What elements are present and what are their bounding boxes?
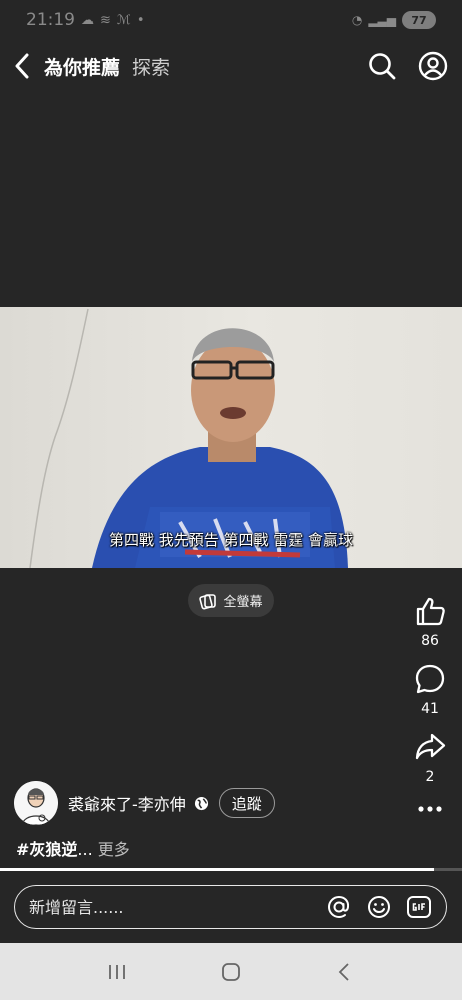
system-navigation-bar [0,943,462,1000]
comment-input[interactable] [29,897,326,917]
back-button[interactable] [14,51,36,81]
author-row: 裘爺來了-李亦伸 追蹤 [14,781,275,825]
fullscreen-button[interactable]: 全螢幕 [188,584,274,617]
chevron-left-icon [15,53,29,79]
playback-progress-fill [0,868,435,871]
dot-icon: • [136,12,145,28]
comment-button[interactable]: 41 [414,663,446,717]
more-link[interactable]: 更多 [98,840,130,859]
tab-for-you[interactable]: 為你推薦 [44,53,120,80]
avatar[interactable] [14,781,58,825]
author-name[interactable]: 裘爺來了-李亦伸 [68,791,186,815]
fullscreen-icon [199,593,217,609]
cartoon-avatar-icon [14,781,58,825]
share-button[interactable]: 2 [414,731,446,785]
video-subtitle: 第四戰 我先預告 第四戰 雷霆 會贏球 [108,531,354,549]
notification-icons: ☁ ≋ ℳ • [81,13,144,28]
hashtag[interactable]: #灰狼逆 [16,840,77,859]
thumbs-up-icon [416,597,445,626]
signal-icon: ▂▃▅ [368,13,396,27]
battery-indicator: 77 [402,11,436,29]
tab-explore[interactable]: 探索 [132,53,170,80]
fullscreen-label: 全螢幕 [223,595,263,610]
activity-icon: ≋ [100,12,111,28]
gif-icon[interactable] [406,894,432,920]
recent-apps-icon[interactable] [105,962,129,982]
like-button[interactable]: 86 [414,595,446,649]
comment-count: 41 [421,701,439,717]
profile-icon[interactable] [418,51,448,81]
app-notification-icon: ℳ [116,12,131,28]
like-count: 86 [421,633,439,649]
back-nav-icon[interactable] [333,960,357,984]
comment-bubble-icon [415,664,445,694]
weather-icon: ☁ [81,12,94,28]
battery-level: 77 [411,13,427,27]
status-bar: 21:19 ☁ ≋ ℳ • ◔ ▂▃▅ 77 [0,0,462,40]
share-arrow-icon [415,733,446,760]
share-count: 2 [425,769,435,785]
action-rail: 86 41 2 [398,595,462,827]
playback-progress-bar[interactable] [0,868,462,871]
clock: 21:19 [26,10,75,30]
globe-icon [194,796,209,811]
video-player[interactable]: 第四戰 我先預告 第四戰 雷霆 會贏球 [0,307,462,568]
home-icon[interactable] [219,960,243,984]
emoji-icon[interactable] [366,894,392,920]
mention-at-icon[interactable] [326,894,352,920]
search-icon[interactable] [368,52,396,80]
follow-button[interactable]: 追蹤 [218,788,275,818]
wifi-icon: ◔ [351,13,363,27]
post-caption[interactable]: #灰狼逆... 更多 [16,836,130,860]
more-options-button[interactable] [417,805,443,813]
caption-ellipsis: ... [77,840,93,859]
comment-input-box [14,885,447,929]
more-dots-icon [418,806,442,812]
top-bar: 為你推薦 探索 [0,44,462,88]
